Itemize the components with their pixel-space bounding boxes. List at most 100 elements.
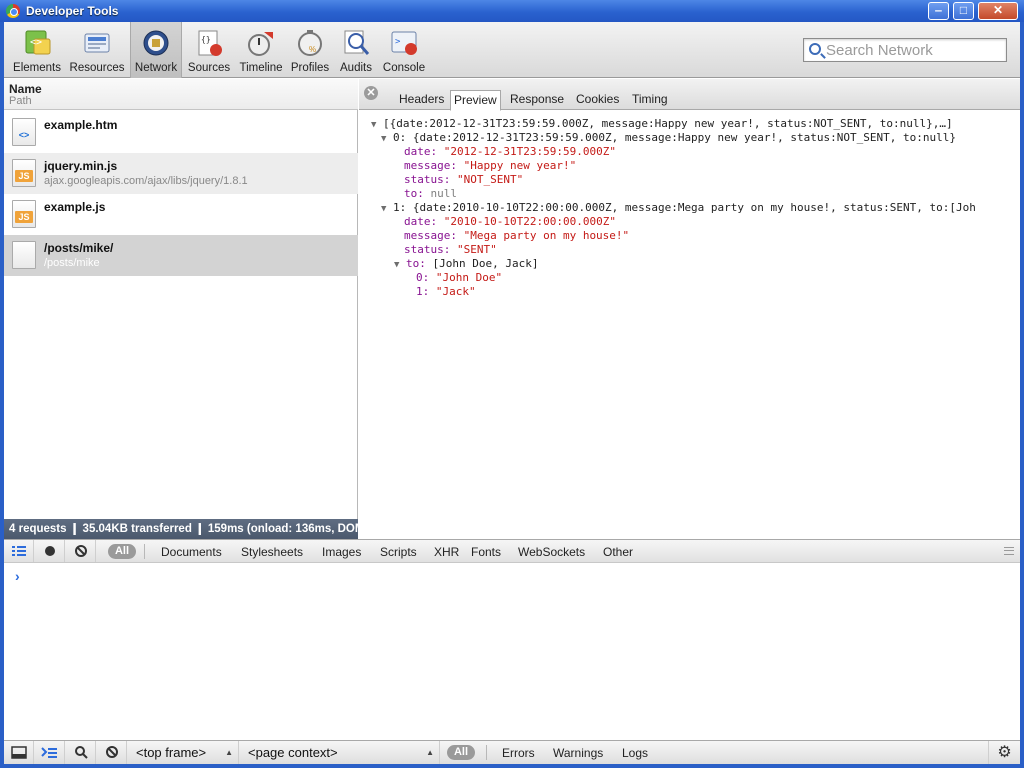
close-detail-icon[interactable]: ✕: [364, 86, 378, 100]
filter-stylesheets[interactable]: Stylesheets: [241, 545, 303, 559]
tree-leaf: to: null: [404, 187, 457, 201]
filter-fonts[interactable]: Fonts: [471, 545, 501, 559]
console-filter-all[interactable]: All: [447, 745, 475, 760]
frame-selector[interactable]: <top frame> ▲▼: [128, 741, 239, 764]
json-preview-tree: ▼ [{date:2012-12-31T23:59:59.000Z, messa…: [359, 111, 1020, 539]
filter-warnings[interactable]: Warnings: [553, 746, 603, 760]
tab-resources[interactable]: Resources: [66, 22, 128, 78]
tree-node-0[interactable]: ▼ 0: {date:2012-12-31T23:59:59.000Z, mes…: [381, 131, 956, 146]
search-network-field[interactable]: [803, 38, 1007, 62]
expand-triangle-icon[interactable]: ▼: [394, 260, 399, 270]
console-icon: >: [391, 31, 417, 55]
tab-label: Sources: [187, 62, 231, 74]
record-button[interactable]: [35, 540, 65, 562]
request-path: /posts/mike: [44, 257, 100, 269]
tab-headers[interactable]: Headers: [396, 90, 447, 110]
network-icon: [143, 30, 169, 56]
tree-value: "SENT": [456, 243, 497, 256]
tree-key: status:: [404, 243, 451, 256]
context-selector[interactable]: <page context> ▲▼: [240, 741, 440, 764]
divider: [144, 544, 145, 559]
tree-leaf: message: "Happy new year!": [404, 159, 576, 173]
tab-timeline[interactable]: Timeline: [236, 22, 286, 78]
path-header: Path: [9, 95, 32, 107]
tab-label: Profiles: [290, 62, 330, 74]
tree-value: null: [430, 187, 458, 200]
resize-grip-icon[interactable]: [1004, 547, 1014, 555]
close-window-button[interactable]: ✕: [978, 2, 1018, 20]
tree-value: "John Doe": [435, 271, 503, 284]
elements-icon: <>: [25, 30, 51, 55]
request-name: example.js: [44, 200, 106, 214]
tab-label: Elements: [13, 62, 61, 74]
tab-label: Resources: [69, 62, 125, 74]
tree-leaf: 1: "Jack": [416, 285, 476, 299]
tree-value: "Jack": [435, 285, 476, 298]
tab-console[interactable]: > Console: [380, 22, 428, 78]
request-row[interactable]: <> example.htm: [4, 112, 358, 153]
tab-elements[interactable]: <> Elements: [10, 22, 64, 78]
minimize-button[interactable]: ‒: [928, 2, 949, 20]
search-icon: [809, 43, 821, 55]
search-input[interactable]: [826, 41, 1002, 59]
request-row[interactable]: JS jquery.min.js ajax.googleapis.com/aja…: [4, 153, 358, 194]
window-title: Developer Tools: [26, 4, 119, 18]
node-summary: 0: {date:2012-12-31T23:59:59.000Z, messa…: [393, 131, 956, 144]
tree-node-1[interactable]: ▼ 1: {date:2010-10-10T22:00:00.000Z, mes…: [381, 201, 976, 216]
request-row-selected[interactable]: /posts/mike/ /posts/mike: [4, 235, 358, 276]
large-rows-toggle[interactable]: [4, 540, 34, 562]
name-column-header[interactable]: Name Path: [4, 79, 358, 110]
maximize-button[interactable]: □: [953, 2, 974, 20]
filter-scripts[interactable]: Scripts: [380, 545, 417, 559]
tab-timing[interactable]: Timing: [629, 90, 671, 110]
filter-errors[interactable]: Errors: [502, 746, 535, 760]
svg-text:{}: {}: [201, 35, 211, 44]
request-row[interactable]: JS example.js: [4, 194, 358, 235]
tree-root[interactable]: ▼ [{date:2012-12-31T23:59:59.000Z, messa…: [371, 117, 953, 132]
tab-audits[interactable]: Audits: [334, 22, 378, 78]
request-detail-panel: ✕ Headers Preview Response Cookies Timin…: [359, 79, 1020, 539]
expand-triangle-icon[interactable]: ▼: [381, 134, 386, 144]
clear-icon: [106, 746, 118, 758]
filter-images[interactable]: Images: [322, 545, 361, 559]
settings-button[interactable]: ⚙: [988, 741, 1020, 764]
console-panel[interactable]: ›: [4, 563, 1020, 740]
tree-node-to[interactable]: ▼ to: [John Doe, Jack]: [394, 257, 539, 272]
filter-websockets[interactable]: WebSockets: [518, 545, 585, 559]
chrome-icon: [6, 4, 20, 18]
search-button[interactable]: [66, 741, 96, 764]
select-arrows-icon: ▲▼: [225, 748, 233, 757]
title-bar: Developer Tools ‒ □ ✕: [0, 0, 1024, 22]
tab-response[interactable]: Response: [507, 90, 567, 110]
record-icon: [45, 546, 55, 556]
filter-other[interactable]: Other: [603, 545, 633, 559]
html-file-icon: <>: [12, 118, 36, 146]
tab-network[interactable]: Network: [130, 22, 182, 78]
console-prompt-icon[interactable]: ›: [15, 568, 20, 584]
filter-all[interactable]: All: [108, 544, 136, 559]
expand-triangle-icon[interactable]: ▼: [381, 204, 386, 214]
resources-icon: [84, 33, 110, 53]
dock-toggle-button[interactable]: [4, 741, 34, 764]
clear-icon: [75, 545, 87, 557]
tree-key: 0:: [416, 271, 430, 284]
clear-console-button[interactable]: [97, 741, 127, 764]
tab-sources[interactable]: {} Sources: [184, 22, 234, 78]
svg-text:<>: <>: [30, 37, 42, 48]
clear-button[interactable]: [66, 540, 96, 562]
js-file-icon: JS: [12, 159, 36, 187]
dock-icon: [11, 746, 27, 759]
expand-triangle-icon[interactable]: ▼: [371, 120, 376, 130]
request-name: example.htm: [44, 118, 118, 132]
tab-preview[interactable]: Preview: [450, 90, 501, 111]
main-toolbar: <> Elements Resources Network {} Sources…: [4, 22, 1020, 78]
show-console-button[interactable]: [35, 741, 65, 764]
filter-logs[interactable]: Logs: [622, 746, 648, 760]
context-selector-value: <page context>: [248, 745, 338, 760]
tab-profiles[interactable]: % Profiles: [288, 22, 332, 78]
tab-cookies[interactable]: Cookies: [573, 90, 622, 110]
tree-leaf: status: "SENT": [404, 243, 497, 257]
filter-xhr[interactable]: XHR: [434, 545, 459, 559]
tree-key: message:: [404, 159, 457, 172]
filter-documents[interactable]: Documents: [161, 545, 222, 559]
